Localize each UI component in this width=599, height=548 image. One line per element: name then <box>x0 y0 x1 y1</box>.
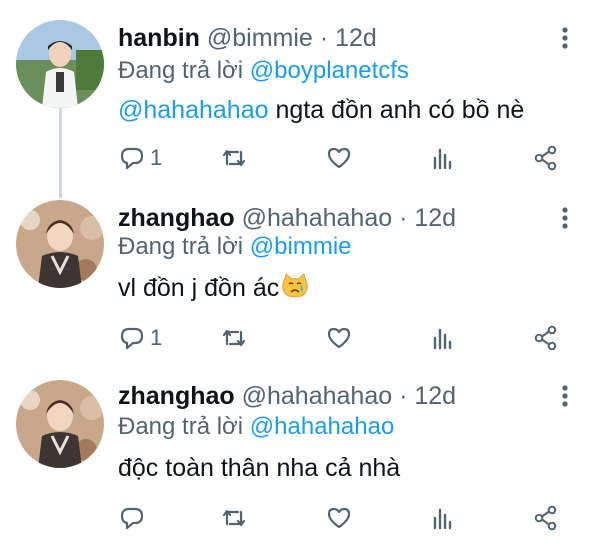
action-bar <box>0 500 599 536</box>
tweet-text: @hahahahao ngta đồn anh có bồ nè <box>118 94 524 126</box>
user-handle[interactable]: @hahahahao <box>242 204 393 232</box>
like-button[interactable] <box>325 500 353 536</box>
action-bar: 1 <box>0 140 599 176</box>
reply-count: 1 <box>150 145 163 170</box>
action-bar: 1 <box>0 320 599 356</box>
avatar[interactable] <box>16 20 104 108</box>
display-name[interactable]: hanbin <box>118 24 200 52</box>
share-button[interactable] <box>532 500 560 536</box>
retweet-icon <box>222 329 246 347</box>
more-icon[interactable] <box>553 382 577 410</box>
views-button[interactable] <box>429 140 457 176</box>
retweet-icon <box>222 149 246 167</box>
views-icon <box>433 328 452 350</box>
replying-to: Đang trả lời @bimmie <box>118 232 352 262</box>
reply-button[interactable]: 1 <box>118 140 162 176</box>
tweet-body: độc toàn thân nha cả nhà <box>118 454 401 482</box>
views-icon <box>433 508 452 530</box>
share-button[interactable] <box>532 320 560 356</box>
avatar-photo <box>16 380 104 468</box>
mention-link[interactable]: @hahahahao <box>118 96 269 124</box>
tweet-text: độc toàn thân nha cả nhà <box>118 452 400 484</box>
user-handle[interactable]: @bimmie <box>207 24 313 52</box>
tweet-body: ngta đồn anh có bồ nè <box>275 96 525 124</box>
timestamp[interactable]: 12d <box>335 24 377 52</box>
reply-count: 1 <box>150 325 163 350</box>
user-handle[interactable]: @hahahahao <box>242 382 393 410</box>
avatar-photo <box>16 200 104 288</box>
share-button[interactable] <box>532 140 560 176</box>
replying-prefix: Đang trả lời <box>118 233 244 260</box>
tweet-zhanghao-1[interactable]: zhanghao @hahahahao · 12d Đang trả lời @… <box>0 200 599 360</box>
separator-dot: · <box>399 382 408 410</box>
share-icon <box>534 145 557 171</box>
reply-button[interactable] <box>118 500 150 536</box>
more-icon[interactable] <box>553 204 577 232</box>
timestamp[interactable]: 12d <box>414 204 456 232</box>
replying-to-link[interactable]: @bimmie <box>250 233 352 260</box>
separator-dot: · <box>399 204 408 232</box>
tweet-hanbin[interactable]: hanbin @bimmie · 12d Đang trả lời @boypl… <box>0 20 599 180</box>
retweet-icon <box>222 509 246 527</box>
separator-dot: · <box>319 24 329 52</box>
retweet-button[interactable] <box>220 500 248 536</box>
tweet-body: vl đồn j đồn ác <box>118 274 280 302</box>
share-icon <box>534 505 557 531</box>
reply-button[interactable]: 1 <box>118 320 162 356</box>
replying-to: Đang trả lời @boyplanetcfs <box>118 56 409 86</box>
reply-icon <box>120 147 144 170</box>
replying-to: Đang trả lời @hahahahao <box>118 412 394 442</box>
crying-cat-emoji <box>281 272 309 308</box>
reply-icon <box>120 327 144 350</box>
timestamp[interactable]: 12d <box>414 382 456 410</box>
like-icon <box>327 147 351 169</box>
replying-to-link[interactable]: @hahahahao <box>250 413 395 440</box>
tweet-header: zhanghao @hahahahao · 12d <box>118 202 456 234</box>
like-icon <box>327 507 351 529</box>
views-button[interactable] <box>429 500 457 536</box>
tweet-text: vl đồn j đồn ác <box>118 272 309 308</box>
views-icon <box>433 148 452 170</box>
like-icon <box>327 327 351 349</box>
tweet-header: hanbin @bimmie · 12d <box>118 22 377 54</box>
retweet-button[interactable] <box>220 140 248 176</box>
more-icon[interactable] <box>553 24 577 52</box>
views-button[interactable] <box>429 320 457 356</box>
like-button[interactable] <box>325 320 353 356</box>
share-icon <box>534 325 557 351</box>
tweet-header: zhanghao @hahahahao · 12d <box>118 380 456 412</box>
retweet-button[interactable] <box>220 320 248 356</box>
replying-to-link[interactable]: @boyplanetcfs <box>250 57 409 84</box>
avatar[interactable] <box>16 380 104 468</box>
display-name[interactable]: zhanghao <box>118 382 235 410</box>
replying-prefix: Đang trả lời <box>118 57 244 84</box>
avatar[interactable] <box>16 200 104 288</box>
avatar-photo <box>16 20 104 108</box>
reply-icon <box>120 507 144 530</box>
replying-prefix: Đang trả lời <box>118 413 244 440</box>
display-name[interactable]: zhanghao <box>118 204 235 232</box>
like-button[interactable] <box>325 140 353 176</box>
tweet-zhanghao-2[interactable]: zhanghao @hahahahao · 12d Đang trả lời @… <box>0 380 599 540</box>
